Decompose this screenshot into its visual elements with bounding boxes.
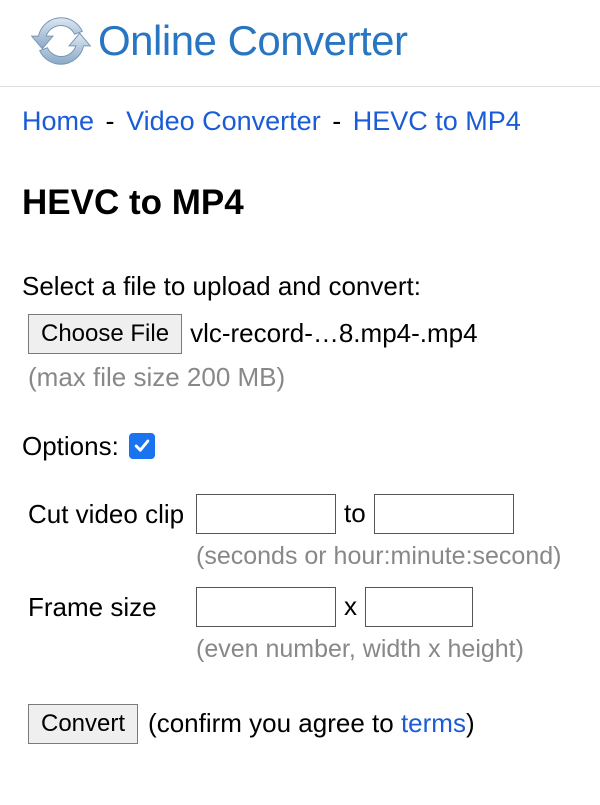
breadcrumb-sep: - (106, 106, 115, 136)
terms-link[interactable]: terms (401, 708, 466, 738)
cut-start-input[interactable] (196, 494, 336, 534)
breadcrumb-home[interactable]: Home (22, 106, 94, 136)
frame-size-label: Frame size (22, 579, 192, 672)
selected-filename: vlc-record-…8.mp4-.mp4 (190, 318, 478, 349)
page-title: HEVC to MP4 (22, 183, 578, 223)
options-label: Options: (22, 431, 119, 462)
select-file-label: Select a file to upload and convert: (22, 271, 578, 302)
frame-x-text: x (344, 591, 357, 622)
breadcrumb-sep: - (332, 106, 341, 136)
convert-confirm-text: (confirm you agree to terms) (148, 708, 475, 739)
file-size-hint: (max file size 200 MB) (22, 362, 578, 393)
confirm-suffix: ) (466, 708, 475, 738)
convert-row: Convert (confirm you agree to terms) (28, 704, 578, 744)
cut-to-text: to (344, 498, 366, 529)
check-icon (132, 436, 152, 456)
cut-end-input[interactable] (374, 494, 514, 534)
options-checkbox[interactable] (129, 433, 155, 459)
frame-hint: (even number, width x height) (196, 635, 574, 664)
frame-height-input[interactable] (365, 587, 473, 627)
frame-width-input[interactable] (196, 587, 336, 627)
site-title[interactable]: Online Converter (98, 17, 407, 65)
breadcrumb: Home - Video Converter - HEVC to MP4 (0, 87, 600, 153)
options-row: Options: (22, 431, 578, 462)
breadcrumb-current[interactable]: HEVC to MP4 (353, 106, 521, 136)
confirm-prefix: (confirm you agree to (148, 708, 401, 738)
breadcrumb-video-converter[interactable]: Video Converter (126, 106, 321, 136)
choose-file-button[interactable]: Choose File (28, 314, 182, 354)
cut-hint: (seconds or hour:minute:second) (196, 542, 574, 571)
refresh-arrows-icon (30, 10, 92, 72)
header: Online Converter (0, 0, 600, 87)
file-row: Choose File vlc-record-…8.mp4-.mp4 (22, 314, 578, 354)
convert-button[interactable]: Convert (28, 704, 138, 744)
main-content: HEVC to MP4 Select a file to upload and … (0, 153, 600, 764)
options-table: Cut video clip to (seconds or hour:minut… (22, 486, 578, 672)
cut-video-label: Cut video clip (22, 486, 192, 579)
